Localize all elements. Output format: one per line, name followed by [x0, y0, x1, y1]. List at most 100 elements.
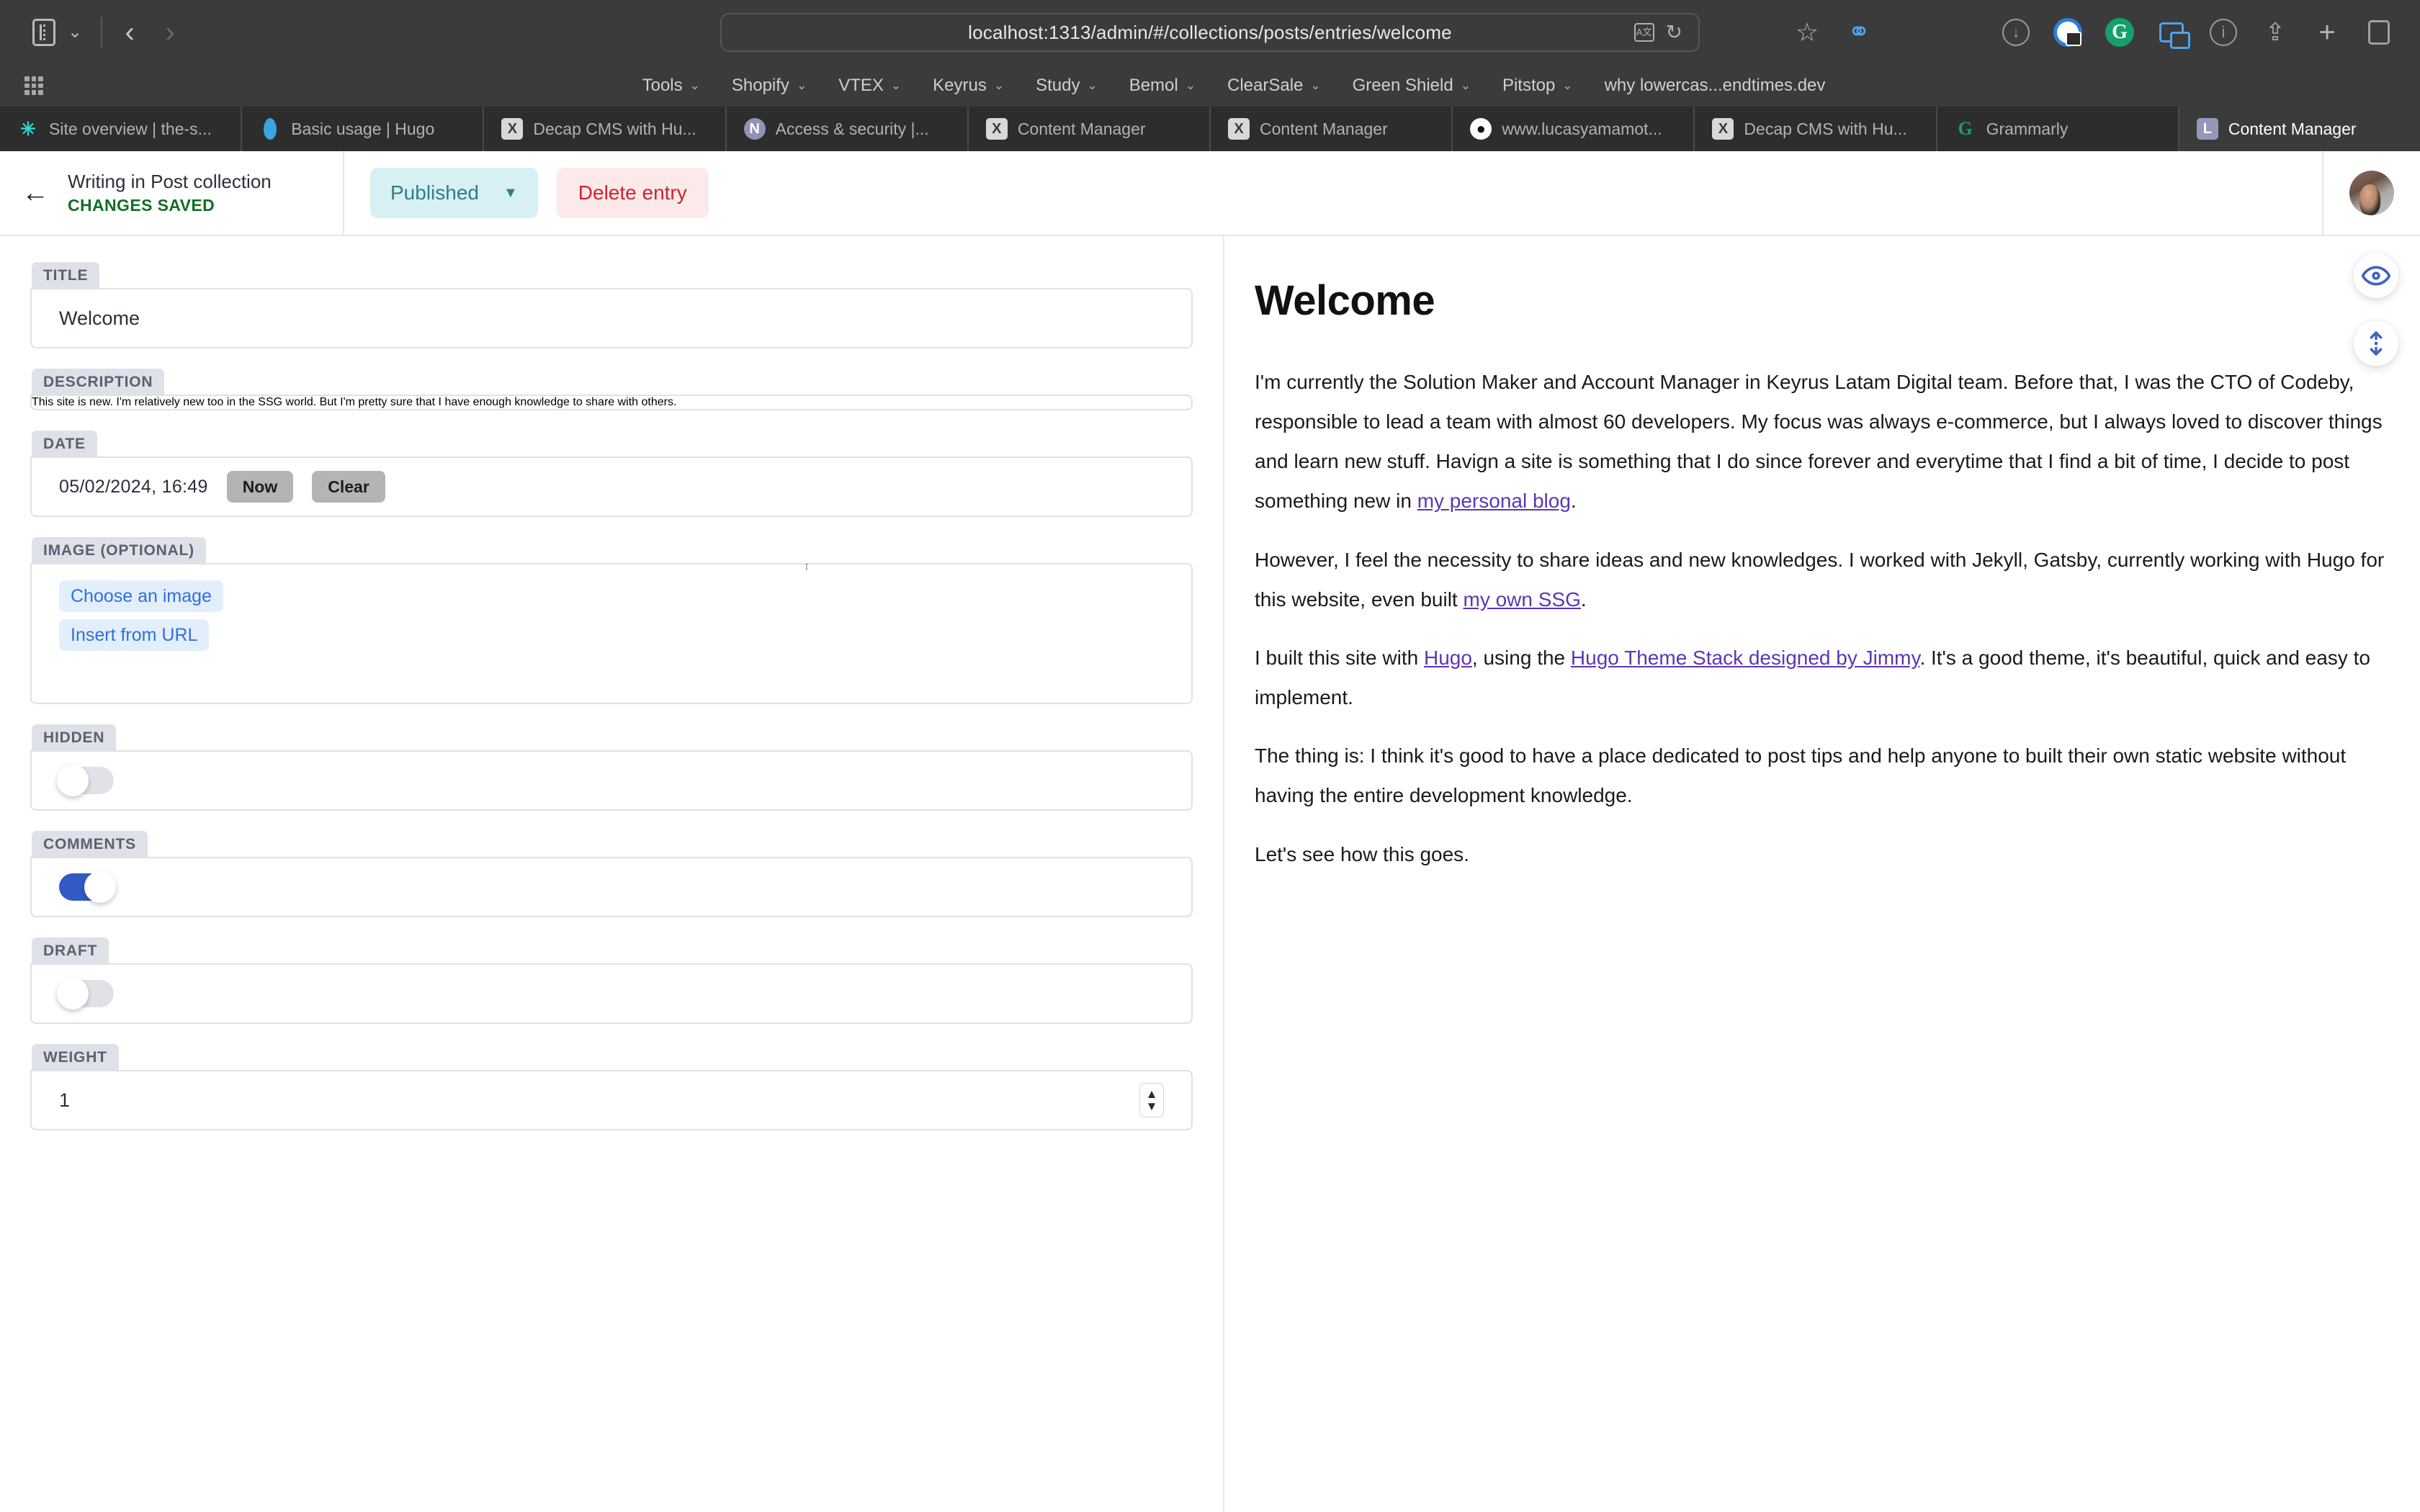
now-button[interactable]: Now [226, 471, 294, 503]
decap-icon: L [2196, 118, 2218, 140]
bookmark-item-vtex[interactable]: VTEX ⌄ [823, 71, 917, 100]
decap-cms-app: ← Writing in Post collection CHANGES SAV… [0, 151, 2420, 1512]
bookmark-item-clearsale[interactable]: ClearSale ⌄ [1211, 71, 1337, 100]
bookmark-item-study[interactable]: Study ⌄ [1020, 71, 1113, 100]
weight-input[interactable]: 1 [59, 1089, 70, 1112]
field-box-image[interactable]: Choose an image Insert from URL [30, 563, 1193, 704]
comments-toggle[interactable] [59, 871, 116, 903]
address-bar[interactable]: localhost:1313/admin/#/collections/posts… [720, 13, 1700, 52]
field-label-weight: WEIGHT [32, 1044, 119, 1071]
field-box-date[interactable]: 05/02/2024, 16:49 Now Clear [30, 456, 1193, 517]
x-icon: X [1712, 118, 1734, 140]
bookmark-label: ClearSale [1227, 76, 1304, 95]
avatar[interactable] [2349, 171, 2394, 215]
preview-text: , using the [1471, 646, 1571, 669]
share-button[interactable]: ⇪ [2259, 16, 2292, 49]
chevron-down-icon: ⌄ [890, 78, 902, 92]
bookmark-star-button[interactable]: ☆ [1791, 16, 1824, 49]
field-description: DESCRIPTION This site is new. I'm relativ… [30, 369, 1193, 410]
preview-link[interactable]: Hugo Theme Stack designed by Jimmy [1571, 647, 1920, 669]
bookmark-item-bemol[interactable]: Bemol ⌄ [1113, 71, 1211, 100]
publish-status-button[interactable]: Published ▼ [370, 168, 538, 218]
browser-tab[interactable]: X Decap CMS with Hu... [484, 107, 727, 151]
browser-tab[interactable]: N Access & security |... [727, 107, 969, 151]
bookmark-label: VTEX [838, 76, 884, 95]
date-input[interactable]: 05/02/2024, 16:49 [59, 477, 208, 498]
onepassword-button[interactable] [2051, 16, 2084, 49]
toggle-knob [57, 978, 89, 1009]
bookmark-item-tools[interactable]: Tools ⌄ [627, 71, 716, 100]
browser-tab[interactable]: Basic usage | Hugo [242, 107, 485, 151]
preview-toggle-button[interactable] [2354, 253, 2398, 298]
browser-tab[interactable]: X Content Manager [969, 107, 1211, 151]
field-image: IMAGE (OPTIONAL) Choose an image Insert fr… [30, 537, 1193, 704]
bookmark-label: Shopify [731, 76, 789, 95]
downloads-button[interactable]: ↓ [1999, 16, 2033, 49]
tab-strip: ✳ Site overview | the-s... Basic usage | H… [0, 107, 2420, 151]
field-label-title: TITLE [32, 262, 100, 289]
preview-link[interactable]: my own SSG [1464, 588, 1581, 611]
translate-icon[interactable]: A文 [1634, 23, 1654, 42]
reload-icon[interactable]: ↻ [1666, 22, 1682, 42]
x-icon: X [1228, 118, 1250, 140]
toolbar-divider [101, 17, 103, 48]
browser-tab[interactable]: ● www.lucasyamamot... [1453, 107, 1695, 151]
tab-group-button[interactable] [2362, 16, 2396, 49]
bookmark-label: Tools [642, 76, 683, 95]
field-label-hidden: HIDDEN [32, 724, 117, 752]
browser-tab[interactable]: L Content Manager [2179, 107, 2420, 151]
title-input[interactable]: Welcome [59, 307, 140, 330]
choose-image-button[interactable]: Choose an image [59, 580, 223, 612]
browser-chrome: ⌄ ‹ › localhost:1313/admin/#/collections… [0, 0, 2420, 151]
weight-stepper[interactable]: ▲ ▼ [1139, 1083, 1164, 1117]
hidden-toggle[interactable] [57, 765, 114, 796]
back-button[interactable]: ‹ [109, 12, 150, 53]
stepper-down-icon[interactable]: ▼ [1146, 1100, 1158, 1112]
browser-tab[interactable]: ✳ Site overview | the-s... [0, 107, 243, 151]
app-header-right [2322, 151, 2420, 235]
page-info-button[interactable]: i [2207, 16, 2240, 49]
clear-button[interactable]: Clear [312, 471, 385, 503]
preview-paragraph: I built this site with Hugo, using the H… [1255, 638, 2406, 717]
field-box-weight[interactable]: 1 ▲ ▼ [30, 1070, 1193, 1130]
stepper-up-icon[interactable]: ▲ [1146, 1088, 1158, 1100]
grid-icon[interactable] [24, 76, 43, 95]
tab-label: Access & security |... [775, 119, 929, 138]
tab-overview-button[interactable] [2155, 16, 2190, 49]
chevron-down-icon: ⌄ [796, 78, 807, 92]
description-input[interactable]: This site is new. I'm relatively new too… [32, 396, 1191, 409]
bookmark-item-shopify[interactable]: Shopify ⌄ [716, 71, 823, 100]
field-box-description[interactable]: This site is new. I'm relatively new too… [30, 395, 1193, 410]
status-badge: CHANGES SAVED [68, 196, 215, 215]
tab-label: Decap CMS with Hu... [1744, 119, 1907, 138]
insert-from-url-button[interactable]: Insert from URL [59, 619, 210, 651]
preview-link[interactable]: my personal blog [1417, 490, 1571, 512]
forward-button[interactable]: › [150, 12, 190, 53]
back-arrow-icon[interactable]: ← [22, 179, 49, 207]
bookmark-label: Bemol [1129, 76, 1178, 95]
star-icon: ☆ [1795, 17, 1819, 47]
chevron-down-icon[interactable]: ⌄ [68, 24, 82, 41]
scroll-sync-button[interactable] [2354, 321, 2398, 366]
grammarly-button[interactable]: G [2103, 16, 2136, 49]
bookmark-item-green-shield[interactable]: Green Shield ⌄ [1337, 71, 1487, 100]
browser-tab[interactable]: G Grammarly [1937, 107, 2179, 151]
delete-entry-button[interactable]: Delete entry [556, 168, 709, 218]
field-title: TITLE Welcome [30, 262, 1193, 348]
preview-link[interactable]: Hugo [1424, 647, 1472, 669]
field-box-title[interactable]: Welcome [30, 288, 1193, 348]
browser-tab[interactable]: X Decap CMS with Hu... [1695, 107, 1937, 151]
draft-toggle[interactable] [57, 978, 114, 1009]
bookmark-item-why-lowercas-endtimes-dev[interactable]: why lowercas...endtimes.dev [1589, 71, 1842, 100]
field-weight: WEIGHT 1 ▲ ▼ [30, 1044, 1193, 1130]
field-comments: COMMENTS [30, 831, 1193, 917]
new-tab-button[interactable]: + [2311, 16, 2344, 49]
plus-icon: + [2318, 17, 2336, 48]
editor-pane: TITLE Welcome DESCRIPTION This site is new.… [0, 236, 1224, 1512]
browser-toolbar: ⌄ ‹ › localhost:1313/admin/#/collections… [0, 0, 2420, 65]
sidebar-toggle-button[interactable] [24, 13, 63, 52]
bookmark-item-pitstop[interactable]: Pitstop ⌄ [1487, 71, 1589, 100]
shield-button[interactable]: ⚭ [1842, 16, 1876, 49]
bookmark-item-keyrus[interactable]: Keyrus ⌄ [917, 71, 1020, 100]
browser-tab[interactable]: X Content Manager [1211, 107, 1453, 151]
